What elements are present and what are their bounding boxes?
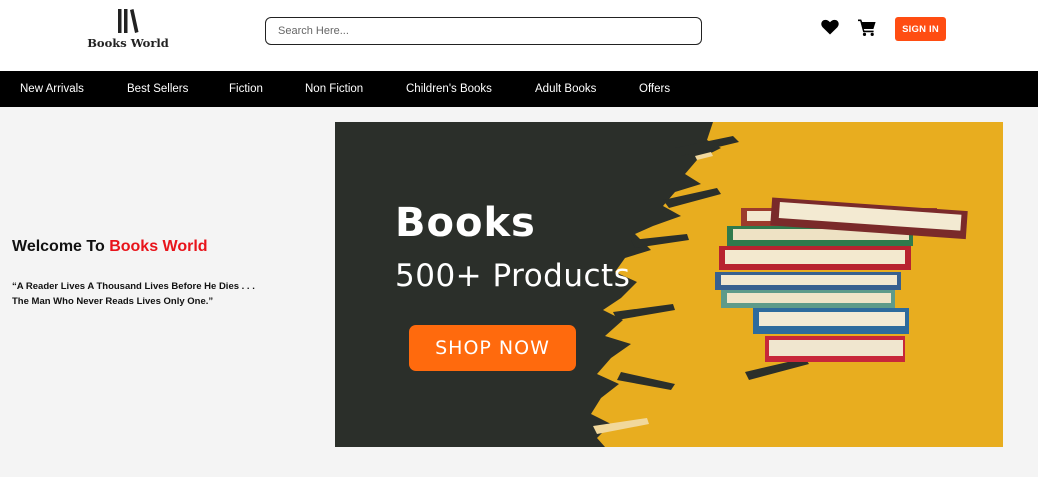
nav-item-adult-books[interactable]: Adult Books xyxy=(535,71,596,107)
nav-item-best-sellers[interactable]: Best Sellers xyxy=(127,71,188,107)
banner-subtitle: 500+ Products xyxy=(395,258,631,294)
site-header: Books World SIGN IN xyxy=(0,0,1038,71)
logo[interactable]: Books World xyxy=(86,8,170,58)
search-input[interactable] xyxy=(265,17,702,45)
heart-icon[interactable] xyxy=(820,17,840,37)
promo-banner[interactable]: Books 500+ Products SHOP NOW xyxy=(335,122,1003,447)
sign-in-button[interactable]: SIGN IN xyxy=(895,17,946,41)
welcome-brand: Books World xyxy=(109,238,208,255)
reading-quote: “A Reader Lives A Thousand Lives Before … xyxy=(12,280,312,309)
logo-text: Books World xyxy=(87,36,169,50)
nav-item-offers[interactable]: Offers xyxy=(639,71,670,107)
nav-item-new-arrivals[interactable]: New Arrivals xyxy=(20,71,84,107)
shop-now-button[interactable]: SHOP NOW xyxy=(409,325,576,371)
quote-line-2: The Man Who Never Reads Lives Only One.” xyxy=(12,295,214,307)
banner-title: Books xyxy=(395,200,536,246)
category-nav: New Arrivals Best Sellers Fiction Non Fi… xyxy=(0,71,1038,107)
welcome-heading: Welcome To Books World xyxy=(12,238,208,256)
books-logo-icon xyxy=(118,9,139,33)
cart-icon[interactable] xyxy=(857,17,877,37)
welcome-prefix: Welcome To xyxy=(12,238,110,255)
nav-item-fiction[interactable]: Fiction xyxy=(229,71,263,107)
nav-item-childrens-books[interactable]: Children's Books xyxy=(406,71,492,107)
nav-item-non-fiction[interactable]: Non Fiction xyxy=(305,71,363,107)
quote-line-1: “A Reader Lives A Thousand Lives Before … xyxy=(12,281,255,292)
